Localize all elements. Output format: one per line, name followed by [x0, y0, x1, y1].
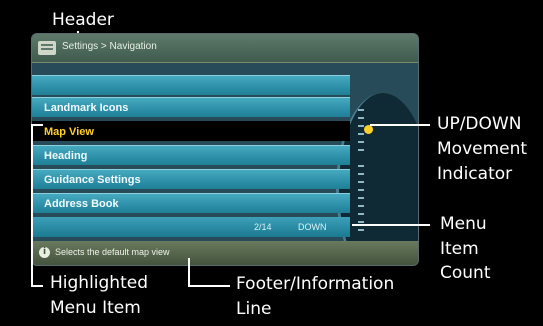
list-item-landmark-icons[interactable]: Landmark Icons [32, 97, 350, 117]
list-item-map-view[interactable]: Map View [32, 121, 350, 141]
list-item-address-book[interactable]: Address Book [32, 193, 350, 213]
scroll-tick [358, 173, 364, 175]
callout-highlighted-line2: Menu Item [50, 298, 141, 318]
list-item-heading[interactable]: Heading [32, 145, 350, 165]
callout-updown-line3: Indicator [437, 164, 513, 184]
footer-text: Selects the default map view [55, 247, 170, 257]
up-down-movement-indicator [364, 125, 373, 134]
scroll-direction-label: DOWN [298, 222, 327, 232]
menu-item-count-bar: 2/14 DOWN [32, 217, 350, 237]
callout-count-line [352, 224, 430, 226]
breadcrumb: Settings > Navigation [62, 41, 157, 52]
callout-footer-line-v [188, 258, 190, 287]
scroll-tick [358, 205, 364, 207]
menu-icon [38, 41, 56, 55]
scroll-tick [358, 133, 364, 135]
scroll-tick [358, 189, 364, 191]
screen-header: Settings > Navigation [32, 34, 418, 63]
callout-updown-line [370, 124, 430, 126]
list-item-guidance-settings[interactable]: Guidance Settings [32, 169, 350, 189]
info-icon: i [39, 247, 50, 258]
scroll-tick [358, 165, 364, 167]
callout-updown-line2: Movement [437, 139, 528, 159]
callout-highlight-line-v [31, 124, 33, 287]
callout-footer-line-h [188, 285, 230, 287]
scroll-tick [358, 181, 364, 183]
callout-updown-line1: UP/DOWN [437, 114, 522, 134]
callout-count-line2: Item [440, 239, 479, 259]
list-item-empty [32, 75, 350, 95]
callout-count-line3: Count [440, 263, 491, 283]
navigation-screen: Settings > Navigation Landmark Icons Map… [31, 33, 419, 266]
scroll-tick [358, 213, 364, 215]
menu-list: Landmark Icons Map View Heading Guidance… [32, 63, 418, 265]
scroll-tick [358, 229, 364, 231]
scroll-tick [358, 141, 364, 143]
footer-information-line: i Selects the default map view [32, 241, 418, 265]
scroll-tick [358, 117, 364, 119]
scroll-tick [358, 149, 364, 151]
scroll-tick [358, 125, 364, 127]
callout-highlighted-line1: Highlighted [50, 273, 148, 293]
menu-item-count: 2/14 [254, 222, 272, 232]
callout-highlight-line-h2 [31, 285, 43, 287]
scroll-tick [358, 221, 364, 223]
callout-footer-line1: Footer/Information [236, 274, 395, 294]
scroll-tick [358, 109, 364, 111]
callout-count-line1: Menu [440, 214, 487, 234]
callout-footer-line2: Line [236, 299, 272, 319]
scroll-tick [358, 197, 364, 199]
callout-header: Header [52, 10, 114, 30]
